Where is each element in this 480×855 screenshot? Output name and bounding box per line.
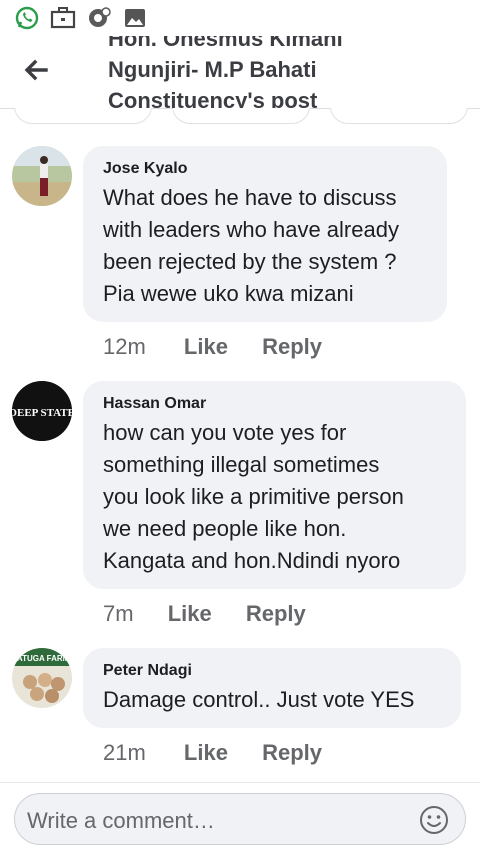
svg-text:IATUGA FARM: IATUGA FARM: [15, 654, 70, 663]
comment-bubble: Hassan Omar how can you vote yes for som…: [83, 381, 466, 589]
status-bar: [0, 0, 480, 36]
avatar[interactable]: IATUGA FARM: [12, 648, 72, 708]
comment-input-box[interactable]: [14, 793, 466, 845]
person-photo-icon: [12, 146, 72, 206]
comment-time: 12m: [103, 334, 146, 359]
sync-icon: [89, 7, 111, 27]
like-button[interactable]: Like: [168, 600, 212, 628]
image-icon: [125, 9, 145, 27]
back-arrow-icon[interactable]: [20, 54, 52, 86]
whatsapp-icon: [15, 6, 39, 30]
post-title-wrap: Hon. Onesmus Kimani Ngunjiri- M.P Bahati…: [108, 36, 458, 108]
comment-actions: 7m Like Reply: [103, 600, 306, 628]
avatar[interactable]: DEEP STATE: [12, 381, 72, 441]
comment-composer: [0, 782, 480, 855]
like-button[interactable]: Like: [184, 333, 228, 361]
comment-actions: 12m Like Reply: [103, 333, 322, 361]
reaction-pill[interactable]: [14, 108, 152, 124]
briefcase-icon: [50, 7, 76, 29]
avatar[interactable]: [12, 146, 72, 206]
reply-button[interactable]: Reply: [262, 739, 322, 767]
comment-author[interactable]: Peter Ndagi: [103, 662, 441, 680]
comment-input[interactable]: [25, 802, 409, 840]
post-title: Hon. Onesmus Kimani Ngunjiri- M.P Bahati…: [108, 36, 343, 108]
reaction-strip: [0, 108, 480, 124]
comment-text: Damage control.. Just vote YES: [103, 687, 415, 712]
farm-logo-icon: IATUGA FARM: [12, 648, 72, 708]
comment-author[interactable]: Hassan Omar: [103, 395, 446, 413]
comment-bubble: Jose Kyalo What does he have to discuss …: [83, 146, 447, 322]
reaction-pill[interactable]: [330, 108, 468, 124]
reaction-pill[interactable]: [172, 108, 310, 124]
comment-time: 21m: [103, 740, 146, 765]
post-header: Hon. Onesmus Kimani Ngunjiri- M.P Bahati…: [0, 36, 480, 109]
comment-time: 7m: [103, 601, 134, 626]
comment-text: how can you vote yes for something illeg…: [103, 420, 404, 573]
emoji-icon[interactable]: [419, 805, 449, 835]
like-button[interactable]: Like: [184, 739, 228, 767]
reply-button[interactable]: Reply: [262, 333, 322, 361]
comment-bubble: Peter Ndagi Damage control.. Just vote Y…: [83, 648, 461, 728]
reply-button[interactable]: Reply: [246, 600, 306, 628]
deep-state-logo-icon: DEEP STATE: [12, 381, 72, 441]
comment-author[interactable]: Jose Kyalo: [103, 160, 427, 178]
comment-text: What does he have to discuss with leader…: [103, 185, 399, 306]
svg-text:DEEP STATE: DEEP STATE: [12, 407, 72, 419]
comment-actions: 21m Like Reply: [103, 739, 322, 767]
